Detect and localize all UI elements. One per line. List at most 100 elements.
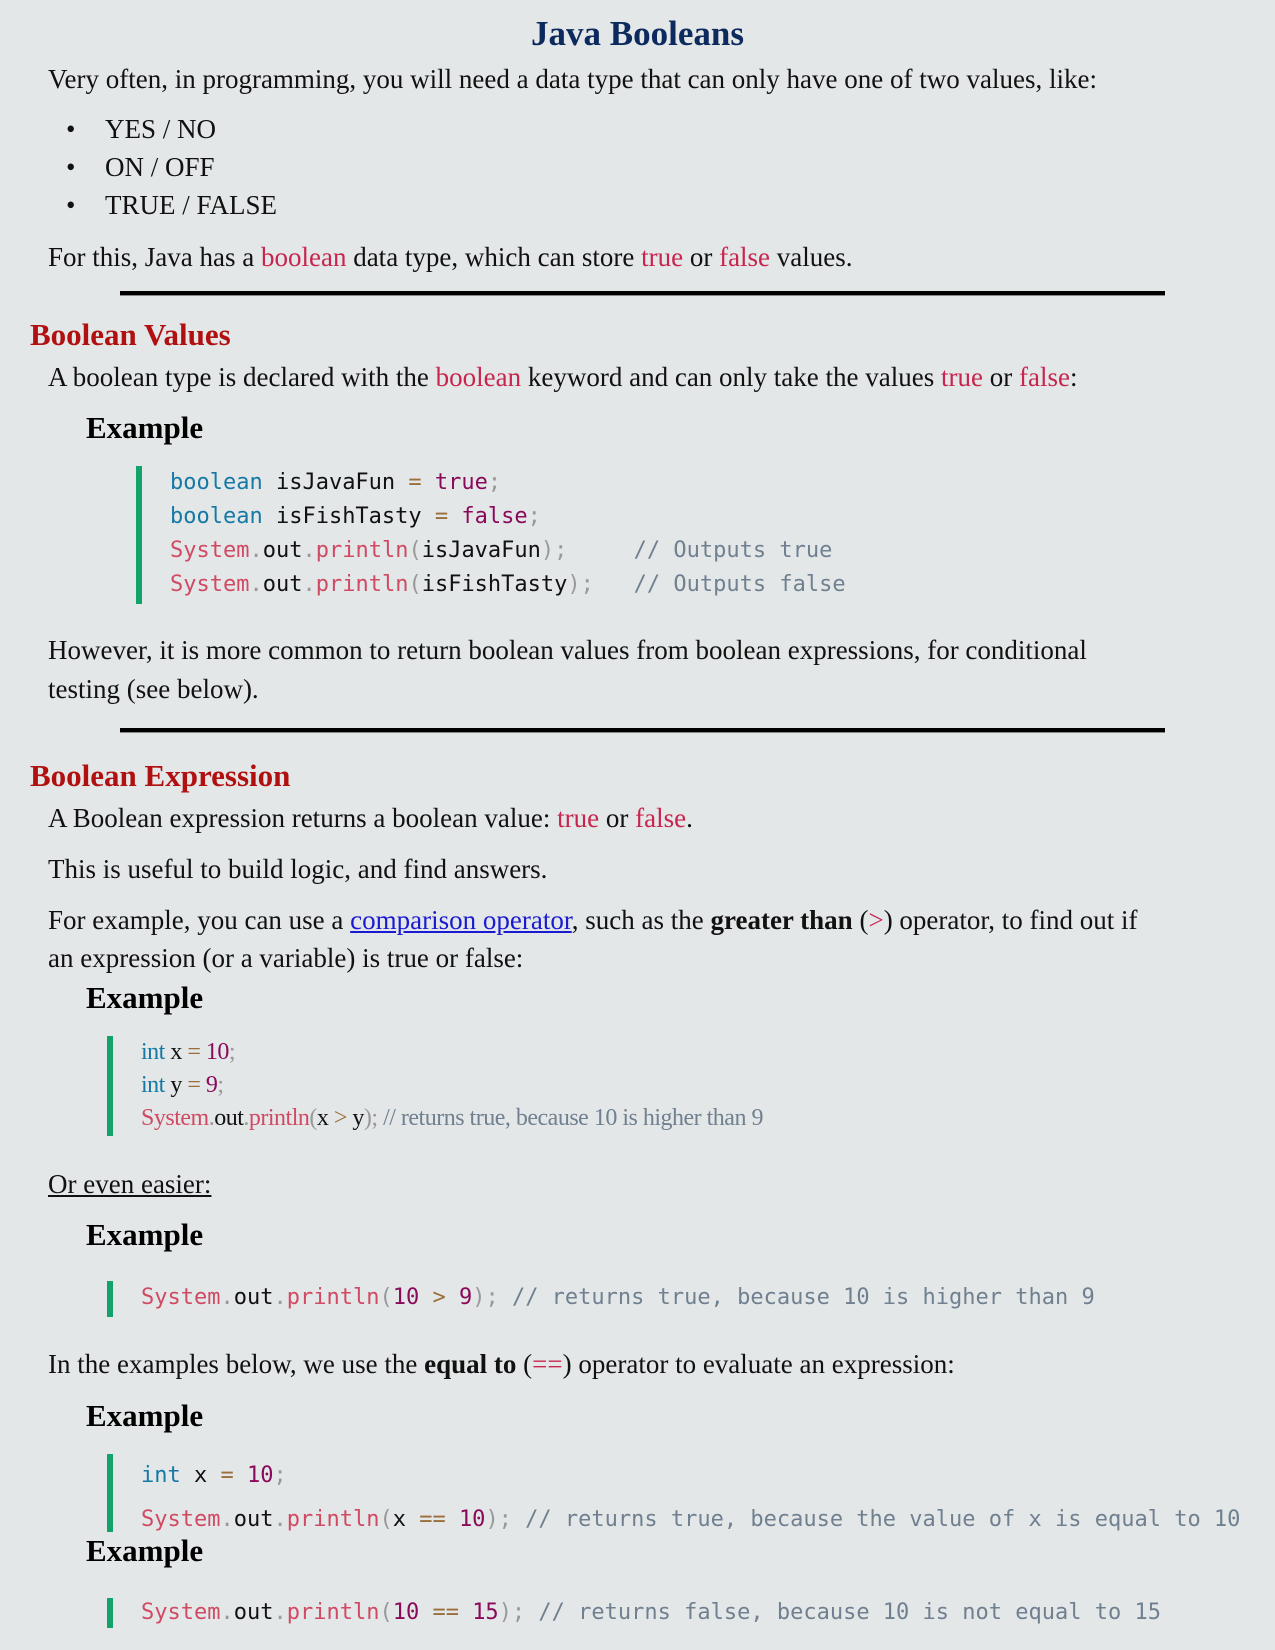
section2-p3: For example, you can use a comparison op… (48, 901, 1138, 939)
code-identifier: isJavaFun (262, 470, 409, 495)
code-line: System.out.println(x == 10); // returns … (141, 1507, 1241, 1532)
intro-closing: For this, Java has a boolean data type, … (48, 238, 853, 276)
keyword-false: false (719, 242, 771, 272)
code-literal: 9 (458, 1285, 473, 1310)
code-identifier: out (233, 1507, 274, 1532)
code-block-comparison: int x = 10; int y = 9; System.out.printl… (107, 1036, 763, 1136)
values-list: YES / NO ON / OFF TRUE / FALSE (48, 110, 277, 224)
code-class: System (141, 1105, 209, 1131)
code-keyword: boolean (170, 470, 263, 495)
code-identifier: isFishTasty (421, 572, 568, 597)
code-operator: = (187, 1039, 201, 1065)
text: ( (852, 905, 869, 935)
section1-after-line1: However, it is more common to return boo… (48, 635, 1087, 665)
code-operator: = (187, 1072, 201, 1098)
text: For example, you can use a (48, 905, 351, 935)
code-literal: 10 (233, 1463, 274, 1488)
code-identifier: x (164, 1039, 188, 1065)
code-class: System (141, 1600, 221, 1625)
code-keyword: int (141, 1039, 165, 1065)
code-comment: // Outputs true (633, 538, 833, 563)
code-punctuation: ); (498, 1600, 526, 1625)
code-function: println (286, 1507, 380, 1532)
text: values. (770, 242, 853, 272)
code-punctuation: ); (485, 1507, 512, 1532)
code-identifier: out (233, 1600, 274, 1625)
code-comment: // returns true, because 10 is higher th… (377, 1105, 763, 1131)
code-identifier: y (164, 1072, 188, 1098)
code-function: println (248, 1105, 310, 1131)
code-punctuation: . (302, 538, 316, 563)
code-comment: // returns true, because the value of x … (511, 1507, 1241, 1532)
section2-p1: A Boolean expression returns a boolean v… (48, 799, 693, 837)
section2-p3-line2: an expression (or a variable) is true or… (48, 943, 524, 973)
code-punctuation: ; (487, 470, 502, 495)
code-keyword: boolean (170, 504, 263, 529)
code-class: System (141, 1507, 221, 1532)
bold-text: greater than (710, 905, 853, 935)
code-identifier: out (262, 538, 303, 563)
text: , such as the (571, 905, 711, 935)
operator-equal-to: == (532, 1349, 563, 1379)
example-label: Example (86, 1398, 204, 1433)
code-function: println (315, 538, 409, 563)
section2-p2: This is useful to build logic, and find … (48, 854, 548, 884)
code-identifier: out (233, 1285, 274, 1310)
keyword-boolean: boolean (435, 362, 522, 392)
bold-text: equal to (424, 1349, 517, 1379)
section-heading-boolean-values: Boolean Values (30, 317, 231, 352)
code-line: System.out.println(isJavaFun); // Output… (170, 534, 846, 568)
code-literal: true (421, 470, 488, 495)
code-punctuation: . (249, 572, 263, 597)
comparison-operator-link[interactable]: comparison operator (350, 905, 572, 935)
keyword-false: false (1018, 362, 1070, 392)
code-line: boolean isFishTasty = false; (170, 500, 846, 534)
code-keyword: int (141, 1463, 181, 1488)
code-line: int x = 10; (141, 1454, 1240, 1498)
list-item: TRUE / FALSE (48, 186, 277, 224)
code-operator: > (419, 1285, 459, 1310)
code-block-not-equal: System.out.println(10 == 15); // returns… (107, 1598, 1161, 1628)
text: . (686, 803, 693, 833)
code-operator: = (434, 504, 449, 529)
code-punctuation: ); (472, 1285, 499, 1310)
keyword-boolean: boolean (260, 242, 347, 272)
text: or (982, 362, 1019, 392)
code-literal: 15 (472, 1600, 499, 1625)
code-operator: == (419, 1600, 473, 1625)
section2-p4: In the examples below, we use the equal … (48, 1345, 955, 1383)
operator-greater-than: > (868, 905, 884, 935)
code-line: System.out.println(x > y); // returns tr… (141, 1105, 763, 1131)
code-class: System (141, 1285, 221, 1310)
code-identifier: isFishTasty (262, 504, 435, 529)
text: keyword and can only take the values (521, 362, 941, 392)
keyword-true: true (641, 242, 684, 272)
code-line: System.out.println(isFishTasty); // Outp… (170, 568, 846, 602)
code-block-easier: System.out.println(10 > 9); // returns t… (107, 1281, 1095, 1317)
code-identifier: x (180, 1463, 221, 1488)
section-heading-boolean-expression: Boolean Expression (30, 758, 291, 793)
code-literal: 9 (200, 1072, 218, 1098)
intro-text: Very often, in programming, you will nee… (48, 64, 1097, 94)
code-comment: // returns false, because 10 is not equa… (525, 1600, 1161, 1625)
keyword-false: false (635, 803, 687, 833)
divider (120, 728, 1165, 733)
code-punctuation: ); (567, 572, 594, 597)
code-punctuation: . (302, 572, 316, 597)
code-literal: 10 (392, 1285, 420, 1310)
code-comment: // returns true, because 10 is higher th… (498, 1285, 1095, 1310)
example-label: Example (86, 980, 204, 1015)
example-label: Example (86, 1217, 204, 1252)
section1-after-line2: testing (see below). (48, 674, 259, 704)
code-punctuation: ; (273, 1463, 287, 1488)
code-line: System.out.println(10 == 15); // returns… (141, 1600, 1161, 1625)
code-comment: // Outputs false (633, 572, 846, 597)
divider (120, 291, 1165, 296)
text: data type, which can store (346, 242, 642, 272)
code-identifier: isJavaFun (421, 538, 541, 563)
code-operator: > (328, 1105, 353, 1131)
code-line: int x = 10; (141, 1036, 763, 1069)
text: ) operator to evaluate an expression: (562, 1349, 955, 1379)
